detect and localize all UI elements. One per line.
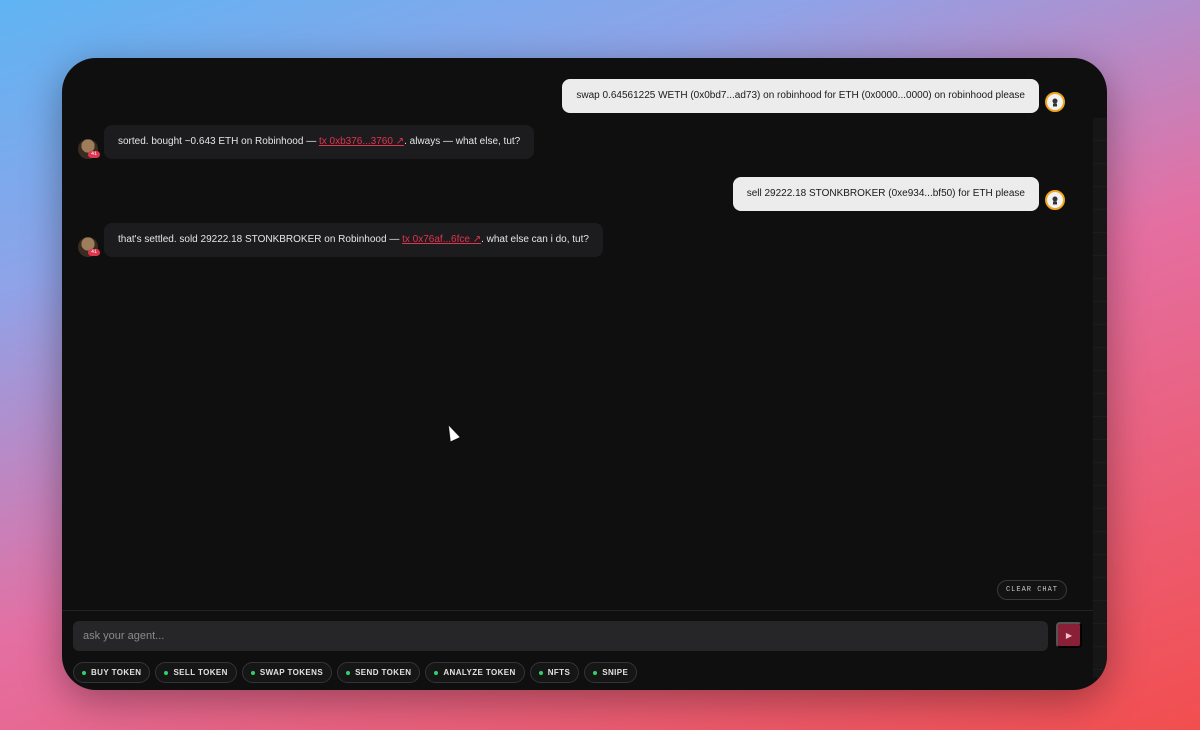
user-avatar-icon <box>1052 98 1058 107</box>
chip-label: SELL TOKEN <box>173 668 228 677</box>
quick-actions: BUY TOKEN SELL TOKEN SWAP TOKENS SEND TO… <box>73 662 638 683</box>
chip-nfts[interactable]: NFTS <box>529 662 580 683</box>
agent-message-text: sorted. bought ~0.643 ETH on Robinhood — <box>118 136 319 147</box>
chip-label: SNIPE <box>602 668 629 677</box>
user-message-bubble: sell 29222.18 STONKBROKER (0xe934...bf50… <box>732 177 1039 211</box>
user-message: swap 0.64561225 WETH (0x0bd7...ad73) on … <box>562 79 1065 113</box>
chip-snipe[interactable]: SNIPE <box>584 662 638 683</box>
clear-chat-button[interactable]: CLEAR CHAT <box>996 580 1067 600</box>
status-dot-icon <box>346 670 351 675</box>
agent-avatar: 41 <box>78 237 100 257</box>
chip-label: SWAP TOKENS <box>259 668 324 677</box>
status-dot-icon <box>593 670 598 675</box>
chat-messages: swap 0.64561225 WETH (0x0bd7...ad73) on … <box>62 58 1093 610</box>
chip-label: BUY TOKEN <box>91 668 142 677</box>
chip-label: SEND TOKEN <box>355 668 412 677</box>
tx-link[interactable]: tx 0xb376...3760 ↗ <box>319 136 404 147</box>
user-message: sell 29222.18 STONKBROKER (0xe934...bf50… <box>732 177 1065 211</box>
agent-avatar-badge: 41 <box>88 249 100 256</box>
chat-input[interactable] <box>73 621 1048 651</box>
status-dot-icon <box>434 670 439 675</box>
agent-message-text: . what else can i do, tut? <box>481 234 589 245</box>
chip-buy-token[interactable]: BUY TOKEN <box>73 662 151 683</box>
tx-link[interactable]: tx 0x76af...6fce ↗ <box>402 234 481 245</box>
agent-avatar-badge: 41 <box>88 151 100 158</box>
send-icon: ▶ <box>1065 630 1073 640</box>
status-dot-icon <box>82 670 86 675</box>
agent-message-bubble: sorted. bought ~0.643 ETH on Robinhood —… <box>104 125 535 159</box>
agent-message-text: that's settled. sold 29222.18 STONKBROKE… <box>118 234 403 245</box>
user-avatar <box>1045 92 1065 112</box>
chip-send-token[interactable]: SEND TOKEN <box>337 662 421 683</box>
chip-analyze-token[interactable]: ANALYZE TOKEN <box>425 662 525 683</box>
agent-message: 41 sorted. bought ~0.643 ETH on Robinhoo… <box>78 125 535 159</box>
chip-sell-token[interactable]: SELL TOKEN <box>155 662 237 683</box>
user-avatar <box>1045 190 1065 210</box>
agent-message-text: . always — what else, tut? <box>404 136 521 147</box>
status-dot-icon <box>250 670 255 675</box>
agent-avatar: 41 <box>78 139 100 159</box>
chat-window: swap 0.64561225 WETH (0x0bd7...ad73) on … <box>62 58 1107 690</box>
chip-swap-tokens[interactable]: SWAP TOKENS <box>241 662 333 683</box>
chip-label: NFTS <box>547 668 571 677</box>
scrollbar-track[interactable] <box>1093 118 1107 678</box>
user-message-bubble: swap 0.64561225 WETH (0x0bd7...ad73) on … <box>562 79 1039 113</box>
agent-message: 41 that's settled. sold 29222.18 STONKBR… <box>78 223 603 257</box>
chip-label: ANALYZE TOKEN <box>443 668 516 677</box>
agent-message-bubble: that's settled. sold 29222.18 STONKBROKE… <box>104 223 603 257</box>
status-dot-icon <box>538 670 543 675</box>
status-dot-icon <box>164 670 169 675</box>
send-button[interactable]: ▶ <box>1056 622 1082 648</box>
divider <box>62 610 1093 611</box>
composer: ▶ <box>73 621 1083 651</box>
user-avatar-icon <box>1052 196 1058 205</box>
